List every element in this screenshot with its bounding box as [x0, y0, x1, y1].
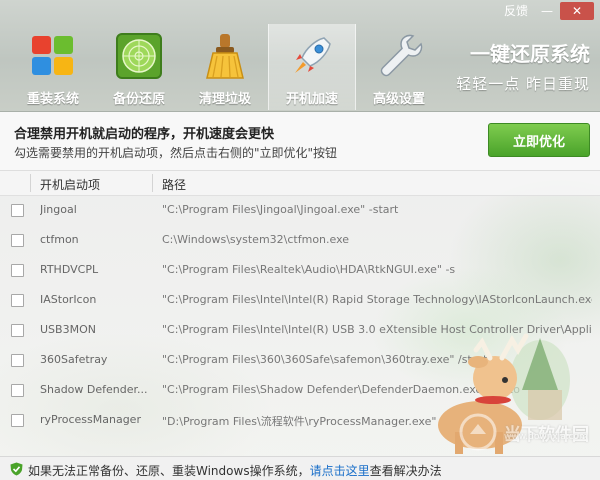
row-checkbox[interactable] — [11, 324, 24, 337]
startup-item-path: "C:\Program Files\Intel\Intel(R) Rapid S… — [162, 293, 592, 306]
info-description: 勾选需要禁用的开机启动项，然后点击右侧的"立即优化"按钮 — [14, 146, 338, 160]
watermark: 当下软件园 www.downxia.com — [458, 412, 589, 452]
startup-item-path: "C:\Program Files\Shadow Defender\Defend… — [162, 383, 520, 396]
info-bar: 合理禁用开机就启动的程序，开机速度会更快 勾选需要禁用的开机启动项，然后点击右侧… — [0, 112, 600, 171]
row-checkbox[interactable] — [11, 234, 24, 247]
slogan-sub: 轻轻一点 昨日重现 — [456, 75, 590, 93]
feedback-button[interactable]: 反馈 — [498, 2, 534, 20]
nav-label: 高级设置 — [372, 92, 425, 107]
nav-label: 重装系统 — [26, 92, 79, 107]
minimize-button[interactable]: — — [536, 2, 558, 20]
table-row[interactable]: Jingoal "C:\Program Files\Jingoal\Jingoa… — [0, 196, 600, 226]
startup-item-name: RTHDVCPL — [40, 263, 99, 276]
table-row[interactable]: IAStorIcon "C:\Program Files\Intel\Intel… — [0, 286, 600, 316]
footer-text-after: 查看解决办法 — [369, 464, 442, 478]
table-row[interactable]: RTHDVCPL "C:\Program Files\Realtek\Audio… — [0, 256, 600, 286]
startup-items-table: 开机启动项 路径 Jingoal "C:\Program Files\Jingo… — [0, 171, 600, 436]
optimize-now-button[interactable]: 立即优化 — [488, 123, 590, 157]
table-row[interactable]: Shadow Defender... "C:\Program Files\Sha… — [0, 376, 600, 406]
column-header-name[interactable]: 开机启动项 — [40, 176, 100, 193]
slogan: 一键还原系统 轻轻一点 昨日重现 — [456, 38, 590, 94]
column-divider[interactable] — [152, 174, 153, 192]
footer-text: 如果无法正常备份、还原、重装Windows操作系统，请点击这里查看解决办法 — [28, 462, 442, 479]
wrench-icon — [380, 34, 423, 77]
startup-item-name: USB3MON — [40, 323, 96, 336]
row-checkbox[interactable] — [11, 354, 24, 367]
slogan-main: 一键还原系统 — [470, 42, 590, 66]
startup-item-name: Shadow Defender... — [40, 383, 148, 396]
nav-item-clean-junk[interactable]: 清理垃圾 — [182, 24, 268, 110]
main-nav: 重装系统 备份还原 清理垃圾 开机加速 高级设置 — [10, 24, 442, 110]
startup-item-path: "C:\Program Files\Realtek\Audio\HDA\RtkN… — [162, 263, 456, 276]
watermark-logo-icon — [459, 413, 497, 451]
radar-icon — [116, 33, 162, 79]
help-link[interactable]: 请点击这里 — [310, 464, 370, 478]
nav-item-advanced-settings[interactable]: 高级设置 — [356, 24, 442, 110]
shield-check-icon — [10, 462, 23, 476]
startup-item-name: ctfmon — [40, 233, 79, 246]
nav-item-reinstall-system[interactable]: 重装系统 — [10, 24, 96, 110]
row-checkbox[interactable] — [11, 414, 24, 427]
row-checkbox[interactable] — [11, 264, 24, 277]
table-header: 开机启动项 路径 — [0, 171, 600, 196]
nav-item-backup-restore[interactable]: 备份还原 — [96, 24, 182, 110]
row-checkbox[interactable] — [11, 204, 24, 217]
footer-text-before: 如果无法正常备份、还原、重装Windows操作系统， — [28, 464, 310, 478]
nav-label: 备份还原 — [112, 92, 165, 107]
rocket-icon — [295, 37, 331, 73]
app-window: 反馈 — ✕ 重装系统 备份还原 清理垃圾 开机加速 高级设置 一键还原系统 轻… — [0, 0, 600, 480]
startup-item-name: IAStorIcon — [40, 293, 97, 306]
window-controls: 反馈 — ✕ — [498, 2, 594, 20]
nav-label: 清理垃圾 — [198, 92, 251, 107]
startup-item-path: "C:\Program Files\Jingoal\Jingoal.exe" -… — [162, 203, 399, 216]
nav-label: 开机加速 — [285, 92, 338, 107]
footer-bar: 如果无法正常备份、还原、重装Windows操作系统，请点击这里查看解决办法 — [0, 456, 600, 480]
startup-item-name: 360Safetray — [40, 353, 108, 366]
close-button[interactable]: ✕ — [560, 2, 594, 20]
row-checkbox[interactable] — [11, 384, 24, 397]
broom-icon — [206, 34, 244, 79]
startup-item-path: "C:\Program Files\360\360Safe\safemon\36… — [162, 353, 488, 366]
startup-item-path: "C:\Program Files\Intel\Intel(R) USB 3.0… — [162, 323, 592, 336]
startup-item-name: Jingoal — [40, 203, 77, 216]
watermark-sub: www.downxia.com — [504, 432, 588, 442]
column-header-path[interactable]: 路径 — [162, 176, 186, 193]
nav-item-boot-speedup[interactable]: 开机加速 — [268, 24, 356, 110]
table-row[interactable]: USB3MON "C:\Program Files\Intel\Intel(R)… — [0, 316, 600, 346]
row-checkbox[interactable] — [11, 294, 24, 307]
header-bar: 反馈 — ✕ 重装系统 备份还原 清理垃圾 开机加速 高级设置 一键还原系统 轻… — [0, 0, 600, 112]
windows-logo-icon — [32, 36, 73, 75]
startup-item-path: C:\Windows\system32\ctfmon.exe — [162, 233, 350, 246]
info-title: 合理禁用开机就启动的程序，开机速度会更快 — [14, 127, 275, 142]
startup-item-name: ryProcessManager — [40, 413, 141, 426]
column-divider[interactable] — [30, 174, 31, 192]
table-row[interactable]: ctfmon C:\Windows\system32\ctfmon.exe — [0, 226, 600, 256]
table-row[interactable]: 360Safetray "C:\Program Files\360\360Saf… — [0, 346, 600, 376]
